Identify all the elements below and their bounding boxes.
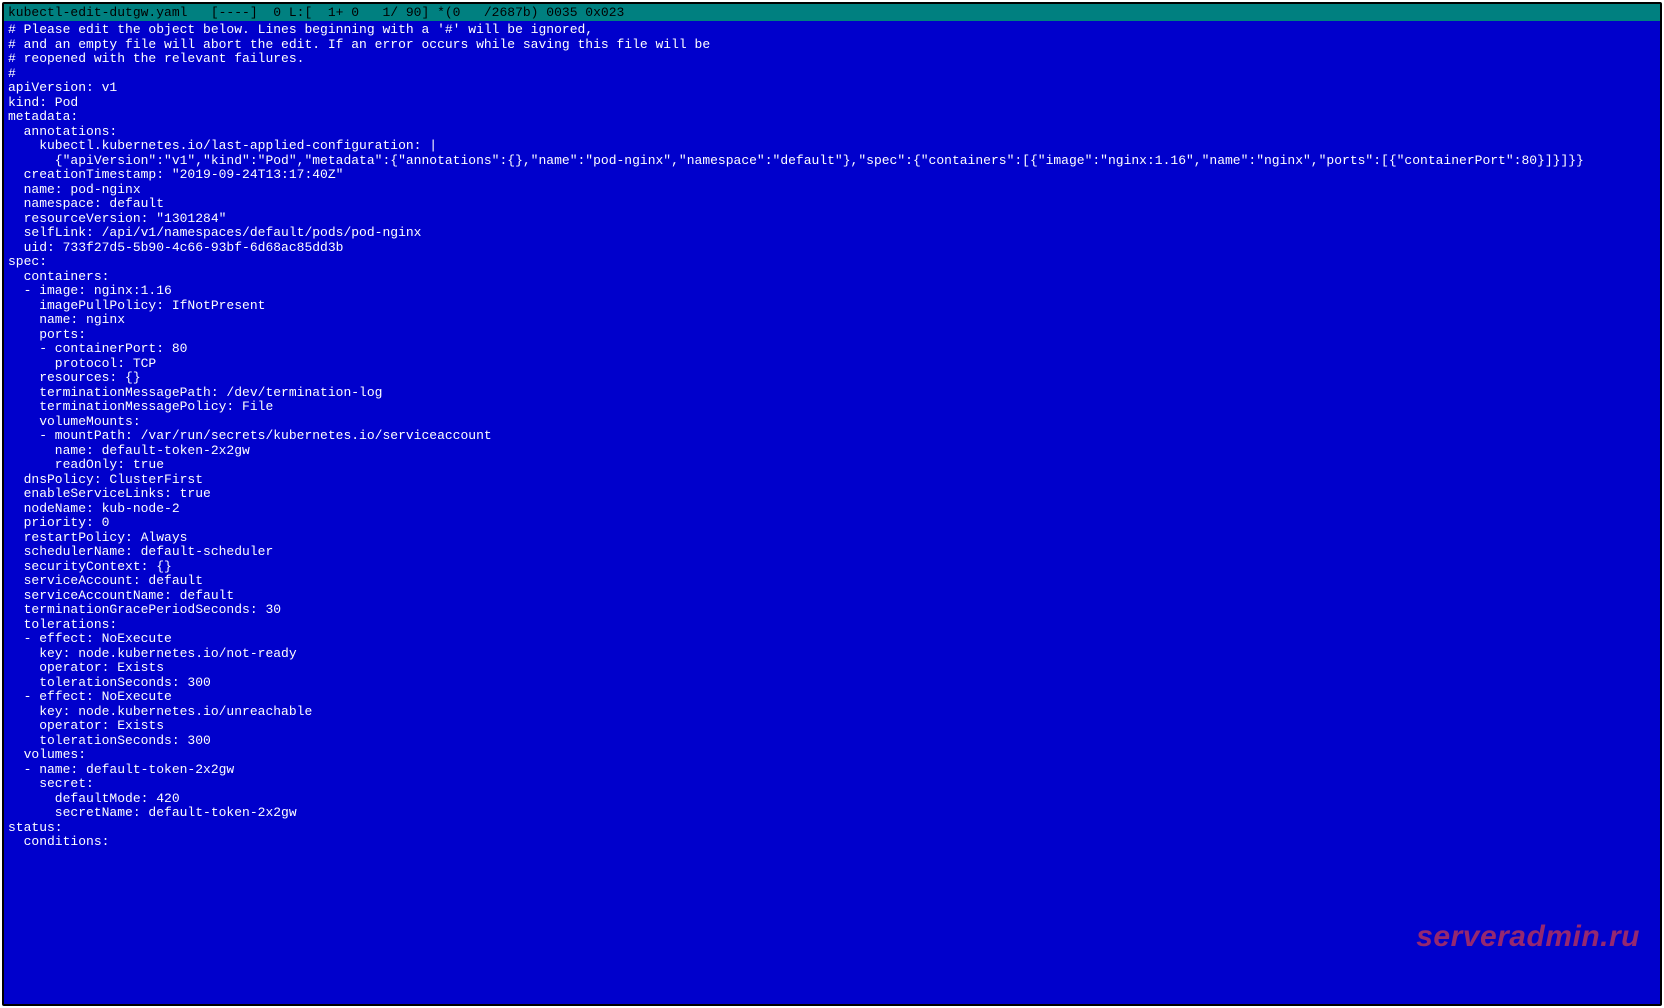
editor-line[interactable]: uid: 733f27d5-5b90-4c66-93bf-6d68ac85dd3… bbox=[8, 241, 1656, 256]
editor-line[interactable]: key: node.kubernetes.io/not-ready bbox=[8, 647, 1656, 662]
editor-line[interactable]: securityContext: {} bbox=[8, 560, 1656, 575]
editor-line[interactable]: - containerPort: 80 bbox=[8, 342, 1656, 357]
editor-line[interactable]: kubectl.kubernetes.io/last-applied-confi… bbox=[8, 139, 1656, 154]
editor-line[interactable]: restartPolicy: Always bbox=[8, 531, 1656, 546]
editor-line[interactable]: tolerationSeconds: 300 bbox=[8, 676, 1656, 691]
editor-line[interactable]: - mountPath: /var/run/secrets/kubernetes… bbox=[8, 429, 1656, 444]
editor-line[interactable]: selfLink: /api/v1/namespaces/default/pod… bbox=[8, 226, 1656, 241]
editor-line[interactable]: # bbox=[8, 67, 1656, 82]
editor-line[interactable]: schedulerName: default-scheduler bbox=[8, 545, 1656, 560]
editor-line[interactable]: readOnly: true bbox=[8, 458, 1656, 473]
editor-line[interactable]: secret: bbox=[8, 777, 1656, 792]
editor-line[interactable]: containers: bbox=[8, 270, 1656, 285]
editor-line[interactable]: volumes: bbox=[8, 748, 1656, 763]
editor-line[interactable]: resources: {} bbox=[8, 371, 1656, 386]
editor-line[interactable]: {"apiVersion":"v1","kind":"Pod","metadat… bbox=[8, 154, 1656, 169]
editor-line[interactable]: kind: Pod bbox=[8, 96, 1656, 111]
editor-line[interactable]: terminationMessagePath: /dev/termination… bbox=[8, 386, 1656, 401]
editor-line[interactable]: volumeMounts: bbox=[8, 415, 1656, 430]
editor-line[interactable]: # reopened with the relevant failures. bbox=[8, 52, 1656, 67]
editor-line[interactable]: - effect: NoExecute bbox=[8, 632, 1656, 647]
editor-line[interactable]: secretName: default-token-2x2gw bbox=[8, 806, 1656, 821]
editor-line[interactable]: priority: 0 bbox=[8, 516, 1656, 531]
editor-line[interactable]: key: node.kubernetes.io/unreachable bbox=[8, 705, 1656, 720]
editor-line[interactable]: resourceVersion: "1301284" bbox=[8, 212, 1656, 227]
editor-line[interactable]: conditions: bbox=[8, 835, 1656, 850]
editor-line[interactable]: imagePullPolicy: IfNotPresent bbox=[8, 299, 1656, 314]
editor-line[interactable]: - effect: NoExecute bbox=[8, 690, 1656, 705]
editor-line[interactable]: protocol: TCP bbox=[8, 357, 1656, 372]
editor-line[interactable]: # and an empty file will abort the edit.… bbox=[8, 38, 1656, 53]
editor-line[interactable]: dnsPolicy: ClusterFirst bbox=[8, 473, 1656, 488]
editor-line[interactable]: serviceAccountName: default bbox=[8, 589, 1656, 604]
editor-line[interactable]: name: pod-nginx bbox=[8, 183, 1656, 198]
editor-line[interactable]: # Please edit the object below. Lines be… bbox=[8, 23, 1656, 38]
editor-line[interactable]: metadata: bbox=[8, 110, 1656, 125]
editor-line[interactable]: serviceAccount: default bbox=[8, 574, 1656, 589]
editor-body[interactable]: # Please edit the object below. Lines be… bbox=[4, 21, 1660, 850]
editor-line[interactable]: ports: bbox=[8, 328, 1656, 343]
editor-line[interactable]: annotations: bbox=[8, 125, 1656, 140]
editor-line[interactable]: nodeName: kub-node-2 bbox=[8, 502, 1656, 517]
editor-line[interactable]: name: default-token-2x2gw bbox=[8, 444, 1656, 459]
editor-line[interactable]: tolerations: bbox=[8, 618, 1656, 633]
editor-line[interactable]: name: nginx bbox=[8, 313, 1656, 328]
editor-line[interactable]: operator: Exists bbox=[8, 719, 1656, 734]
editor-line[interactable]: - name: default-token-2x2gw bbox=[8, 763, 1656, 778]
editor-line[interactable]: creationTimestamp: "2019-09-24T13:17:40Z… bbox=[8, 168, 1656, 183]
watermark-label: serveradmin.ru bbox=[1416, 930, 1640, 945]
editor-line[interactable]: namespace: default bbox=[8, 197, 1656, 212]
editor-titlebar: kubectl-edit-dutgw.yaml [----] 0 L:[ 1+ … bbox=[4, 4, 1660, 21]
editor-line[interactable]: - image: nginx:1.16 bbox=[8, 284, 1656, 299]
editor-line[interactable]: status: bbox=[8, 821, 1656, 836]
editor-line[interactable]: tolerationSeconds: 300 bbox=[8, 734, 1656, 749]
editor-line[interactable]: apiVersion: v1 bbox=[8, 81, 1656, 96]
editor-line[interactable]: enableServiceLinks: true bbox=[8, 487, 1656, 502]
editor-line[interactable]: operator: Exists bbox=[8, 661, 1656, 676]
terminal-frame: kubectl-edit-dutgw.yaml [----] 0 L:[ 1+ … bbox=[2, 2, 1662, 1006]
editor-line[interactable]: terminationGracePeriodSeconds: 30 bbox=[8, 603, 1656, 618]
editor-line[interactable]: defaultMode: 420 bbox=[8, 792, 1656, 807]
editor-line[interactable]: terminationMessagePolicy: File bbox=[8, 400, 1656, 415]
editor-line[interactable]: spec: bbox=[8, 255, 1656, 270]
